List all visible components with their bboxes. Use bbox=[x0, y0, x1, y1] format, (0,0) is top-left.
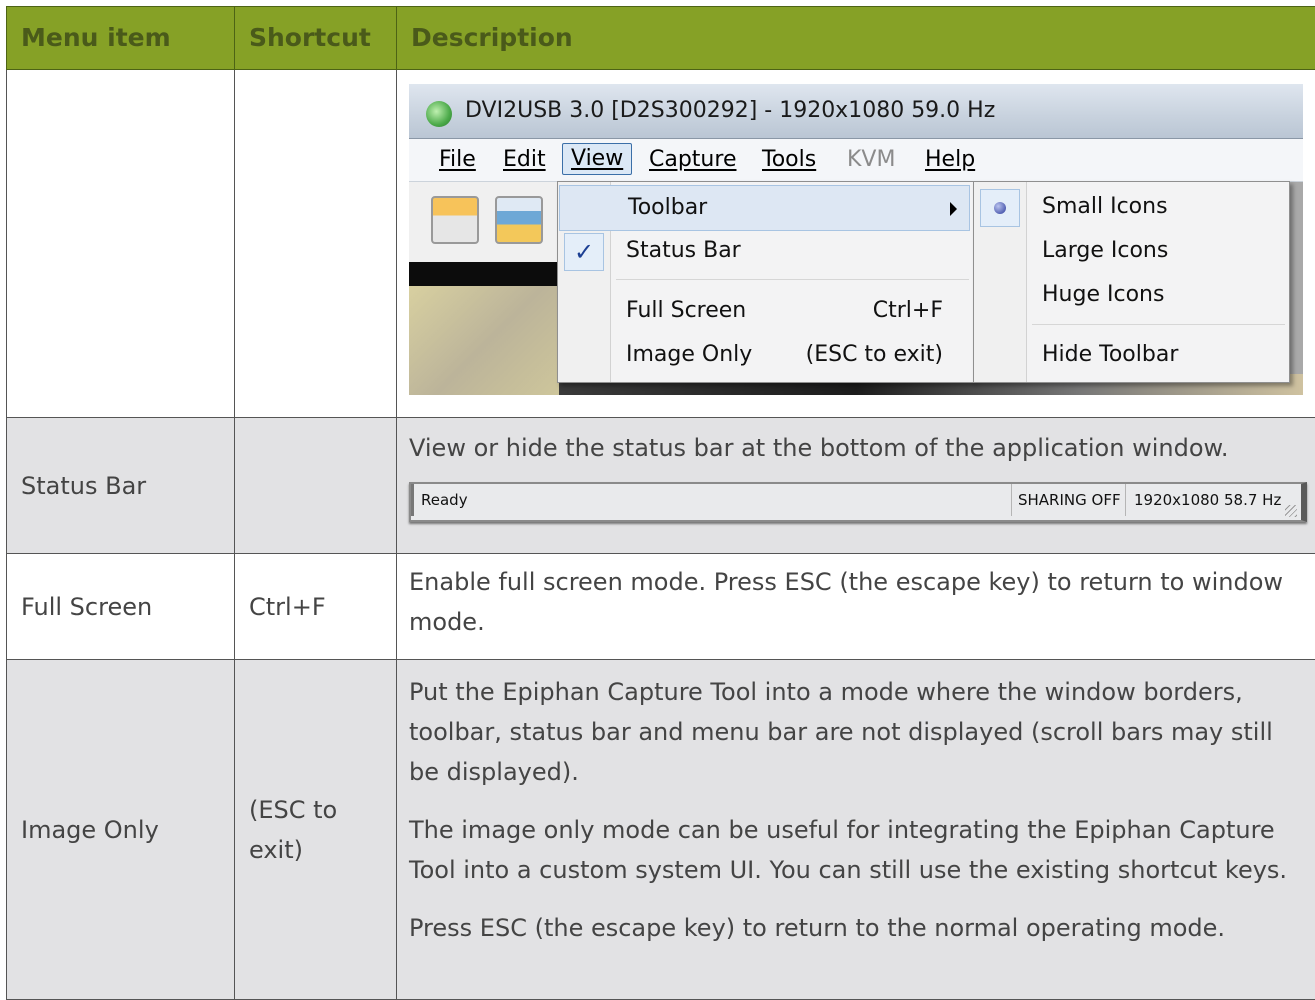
submenu-small-icons-label: Small Icons bbox=[1042, 192, 1168, 222]
submenu-huge-icons-label: Huge Icons bbox=[1042, 280, 1164, 310]
header-description: Description bbox=[397, 7, 1315, 70]
table-row: Status Bar View or hide the status bar a… bbox=[7, 418, 1315, 554]
view-menu-full-screen-label: Full Screen bbox=[626, 296, 746, 326]
submenu-large-icons[interactable]: Large Icons bbox=[974, 229, 1287, 273]
menu-tools[interactable]: Tools bbox=[762, 145, 816, 175]
header-shortcut: Shortcut bbox=[235, 7, 397, 70]
description-text: Press ESC (the escape key) to return to … bbox=[409, 908, 1304, 948]
status-ready: Ready bbox=[421, 490, 468, 510]
submenu-hide-toolbar-label: Hide Toolbar bbox=[1042, 340, 1178, 370]
window-title: DVI2USB 3.0 [D2S300292] - 1920x1080 59.0… bbox=[465, 96, 995, 126]
toolbar bbox=[409, 182, 559, 262]
cell-menu-item: Image Only bbox=[7, 660, 235, 1000]
cell-shortcut: (ESC to exit) bbox=[235, 660, 397, 1000]
cell-menu-item: Status Bar bbox=[7, 418, 235, 554]
video-preview bbox=[409, 286, 569, 395]
radio-dot-icon bbox=[980, 189, 1020, 227]
cell-menu-item: Full Screen bbox=[7, 554, 235, 660]
cell-description: Enable full screen mode. Press ESC (the … bbox=[397, 554, 1315, 660]
menu-bar: File Edit View Capture Tools KVM Help bbox=[409, 139, 1303, 182]
cell-shortcut bbox=[235, 70, 397, 418]
view-menu-status-bar[interactable]: ✓ Status Bar bbox=[558, 229, 971, 273]
submenu-arrow-icon bbox=[950, 202, 957, 216]
cell-menu-item bbox=[7, 70, 235, 418]
menu-capture[interactable]: Capture bbox=[649, 145, 736, 175]
submenu-huge-icons[interactable]: Huge Icons bbox=[974, 273, 1287, 317]
submenu-hide-toolbar[interactable]: Hide Toolbar bbox=[974, 333, 1287, 377]
submenu-large-icons-label: Large Icons bbox=[1042, 236, 1168, 266]
description-text: Enable full screen mode. Press ESC (the … bbox=[409, 562, 1306, 642]
cell-shortcut bbox=[235, 418, 397, 554]
view-menu-full-screen[interactable]: Full Screen Ctrl+F bbox=[558, 289, 971, 333]
check-icon: ✓ bbox=[564, 233, 604, 271]
status-sharing: SHARING OFF bbox=[1011, 484, 1129, 516]
cell-shortcut: Ctrl+F bbox=[235, 554, 397, 660]
header-menu-item: Menu item bbox=[7, 7, 235, 70]
video-preview-dark bbox=[409, 262, 569, 286]
toolbar-submenu: Small Icons Large Icons Huge Icons Hide … bbox=[973, 181, 1290, 383]
view-menu-toolbar-label: Toolbar bbox=[628, 193, 707, 223]
description-text: The image only mode can be useful for in… bbox=[409, 810, 1304, 890]
status-bar-image: Ready SHARING OFF 1920x1080 58.7 Hz bbox=[409, 482, 1307, 522]
table-header-row: Menu item Shortcut Description bbox=[7, 7, 1315, 70]
menu-edit[interactable]: Edit bbox=[503, 145, 546, 175]
view-menu-status-bar-label: Status Bar bbox=[626, 236, 741, 266]
status-bar-edge bbox=[411, 484, 414, 516]
view-menu-image-only-shortcut: (ESC to exit) bbox=[806, 340, 943, 370]
description-text: Put the Epiphan Capture Tool into a mode… bbox=[409, 672, 1304, 792]
cell-description: View or hide the status bar at the botto… bbox=[397, 418, 1315, 554]
view-menu-image-only-label: Image Only bbox=[626, 340, 752, 370]
menu-help[interactable]: Help bbox=[925, 145, 975, 175]
table-row: DVI2USB 3.0 [D2S300292] - 1920x1080 59.0… bbox=[7, 70, 1315, 418]
save-icon[interactable] bbox=[431, 196, 479, 244]
menu-separator bbox=[616, 279, 969, 280]
menu-kvm[interactable]: KVM bbox=[847, 145, 895, 175]
view-menu-full-screen-shortcut: Ctrl+F bbox=[873, 296, 943, 326]
app-logo-icon bbox=[426, 101, 452, 127]
menu-view[interactable]: View bbox=[562, 143, 632, 175]
resize-grip-icon bbox=[1285, 505, 1297, 517]
view-menu-toolbar[interactable]: Toolbar bbox=[559, 185, 970, 231]
print-icon[interactable] bbox=[495, 196, 543, 244]
view-menu-screenshot: DVI2USB 3.0 [D2S300292] - 1920x1080 59.0… bbox=[409, 84, 1303, 395]
view-dropdown-menu: Toolbar ✓ Status Bar Full Screen Ctrl+F bbox=[557, 181, 974, 383]
window-titlebar: DVI2USB 3.0 [D2S300292] - 1920x1080 59.0… bbox=[409, 84, 1303, 139]
menu-file[interactable]: File bbox=[439, 145, 476, 175]
submenu-small-icons[interactable]: Small Icons bbox=[974, 185, 1287, 229]
table-row: Full Screen Ctrl+F Enable full screen mo… bbox=[7, 554, 1315, 660]
table-row: Image Only (ESC to exit) Put the Epiphan… bbox=[7, 660, 1315, 1000]
view-menu-image-only[interactable]: Image Only (ESC to exit) bbox=[558, 333, 971, 377]
cell-description: DVI2USB 3.0 [D2S300292] - 1920x1080 59.0… bbox=[397, 70, 1315, 418]
status-resolution: 1920x1080 58.7 Hz bbox=[1125, 484, 1289, 516]
submenu-separator bbox=[1032, 324, 1285, 325]
menu-reference-table: Menu item Shortcut Description DVI2USB 3… bbox=[6, 6, 1315, 1000]
description-text: View or hide the status bar at the botto… bbox=[409, 428, 1315, 468]
cell-description: Put the Epiphan Capture Tool into a mode… bbox=[397, 660, 1315, 1000]
